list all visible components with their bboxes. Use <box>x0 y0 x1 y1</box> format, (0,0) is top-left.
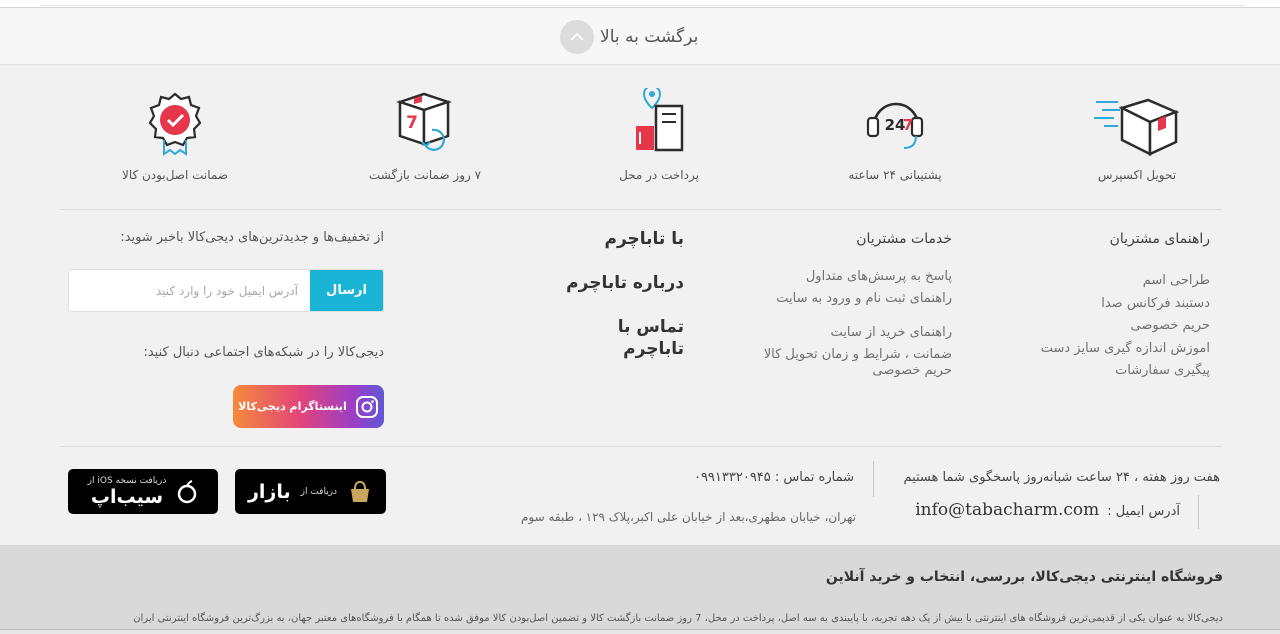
footer-link[interactable]: حریم خصوصی <box>990 315 1210 338</box>
sibapp-label: سیب‌اپ <box>90 485 164 508</box>
feature-return: 7 ۷ روز ضمانت بازگشت <box>340 88 510 182</box>
with-tabacharm-column: با تاباچرم درباره تاباچرم تماس با تاباچر… <box>560 228 684 382</box>
about-title: فروشگاه اینترنتی دیجی‌کالا، بررسی، انتخا… <box>825 569 1223 585</box>
customer-services-column: خدمات مشتریان پاسخ به پرسش‌های متداول را… <box>732 231 952 379</box>
bottom-strip <box>0 629 1280 634</box>
footer-link[interactable]: راهنمای خرید از سایت <box>732 325 953 341</box>
phone-row: شماره تماس : ۰۹۹۱۳۳۲۰۹۴۵ <box>694 470 854 485</box>
top-divider <box>0 0 1280 8</box>
express-delivery-icon <box>1094 98 1180 157</box>
footer-link[interactable]: طراحی اسم <box>990 270 1210 293</box>
social-label: دیجی‌کالا را در شبکه‌های اجتماعی دنبال ک… <box>143 345 384 360</box>
bazaar-bag-icon <box>351 480 370 502</box>
footer-link[interactable]: پاسخ به پرسش‌های متداول <box>732 269 952 285</box>
bazaar-label: بازار <box>247 480 291 503</box>
feature-express: تحویل اکسپرس <box>1052 88 1222 182</box>
feature-cod: پرداخت در محل <box>574 88 744 182</box>
back-to-top-button[interactable]: برگشت به بالا <box>560 20 698 54</box>
back-to-top-label: برگشت به بالا <box>600 27 699 47</box>
pay-on-delivery-icon <box>636 88 684 152</box>
footer-link[interactable]: حریم خصوصی <box>732 363 952 379</box>
svg-text:7: 7 <box>406 113 418 133</box>
back-to-top-bar: برگشت به بالا <box>0 8 1280 65</box>
about-link[interactable]: درباره تاباچرم <box>560 272 684 294</box>
features-row: تحویل اکسپرس 24 7 پشتیبانی ۲۴ ساعته پردا… <box>60 88 1222 198</box>
divider <box>60 446 1222 447</box>
vertical-divider <box>1198 495 1199 529</box>
divider <box>60 209 1222 210</box>
feature-label: پرداخت در محل <box>619 168 699 182</box>
footer-link[interactable]: ضمانت ، شرایط و زمان تحویل کالا <box>732 347 952 363</box>
instagram-button[interactable]: اینستاگرام دیجی‌کالا <box>233 385 384 428</box>
feature-label: ضمانت اصل‌بودن کالا <box>121 168 229 182</box>
instagram-icon <box>355 395 378 418</box>
feature-label: پشتیبانی ۲۴ ساعته <box>848 168 942 182</box>
support-hours: هفت روز هفته ، ۲۴ ساعت شبانه‌روز پاسخگوی… <box>903 470 1220 485</box>
column-title-link[interactable]: با تاباچرم <box>560 228 684 250</box>
seven-day-return-icon: 7 <box>396 92 452 151</box>
feature-label: ۷ روز ضمانت بازگشت <box>368 168 482 182</box>
bazaar-download-button[interactable]: دریافت از بازار <box>235 469 386 514</box>
column-title: خدمات مشتریان <box>856 231 952 247</box>
newsletter-email-input[interactable] <box>69 270 310 311</box>
feature-label: تحویل اکسپرس <box>1097 168 1177 182</box>
support-24-7-icon: 24 7 <box>866 102 924 149</box>
customer-guide-column: راهنمای مشتریان طراحی اسم دستبند فرکانس … <box>990 231 1210 383</box>
contact-link[interactable]: تماس با تاباچرم <box>560 316 684 360</box>
newsletter-form: ارسال <box>68 269 384 312</box>
instagram-label: اینستاگرام دیجی‌کالا <box>238 400 347 413</box>
footer-link[interactable]: اموزش اندازه گیری سایز دست <box>990 338 1210 361</box>
footer-link[interactable]: راهنمای ثبت نام و ورود به سایت <box>732 291 952 307</box>
chevron-up-icon <box>560 20 594 54</box>
feature-original: ضمانت اصل‌بودن کالا <box>90 88 260 182</box>
about-text: دیجی‌کالا به عنوان یکی از قدیمی‌ترین فرو… <box>133 613 1223 624</box>
email-row: آدرس ایمیل : info@tabacharm.com <box>915 500 1180 520</box>
phone-label: شماره تماس : <box>774 470 854 485</box>
footer-link[interactable]: پیگیری سفارشات <box>990 360 1210 383</box>
address: تهران، خیابان مطهری،بعد از خیابان علی اک… <box>520 510 856 524</box>
footer-link[interactable]: دستبند فرکانس صدا <box>990 293 1210 316</box>
bazaar-small-label: دریافت از <box>300 486 338 497</box>
newsletter-section: از تخفیف‌ها و جدیدترین‌های دیجی‌کالا باخ… <box>68 230 384 428</box>
feature-support: 24 7 پشتیبانی ۲۴ ساعته <box>810 88 980 182</box>
vertical-divider <box>873 461 874 497</box>
email-value[interactable]: info@tabacharm.com <box>915 500 1099 520</box>
column-title: راهنمای مشتریان <box>1109 231 1210 247</box>
about-section: فروشگاه اینترنتی دیجی‌کالا، بررسی، انتخا… <box>0 545 1280 634</box>
email-label: آدرس ایمیل : <box>1107 504 1180 519</box>
sibapp-icon <box>178 479 197 503</box>
sibapp-small-label: دریافت نسخه iOS از <box>87 475 167 486</box>
original-guarantee-icon <box>148 92 202 156</box>
newsletter-label: از تخفیف‌ها و جدیدترین‌های دیجی‌کالا باخ… <box>120 230 384 245</box>
sibapp-download-button[interactable]: دریافت نسخه iOS از سیب‌اپ <box>68 469 218 514</box>
svg-text:7: 7 <box>903 116 913 134</box>
phone-number[interactable]: ۰۹۹۱۳۳۲۰۹۴۵ <box>694 470 771 485</box>
newsletter-submit-button[interactable]: ارسال <box>310 270 383 311</box>
